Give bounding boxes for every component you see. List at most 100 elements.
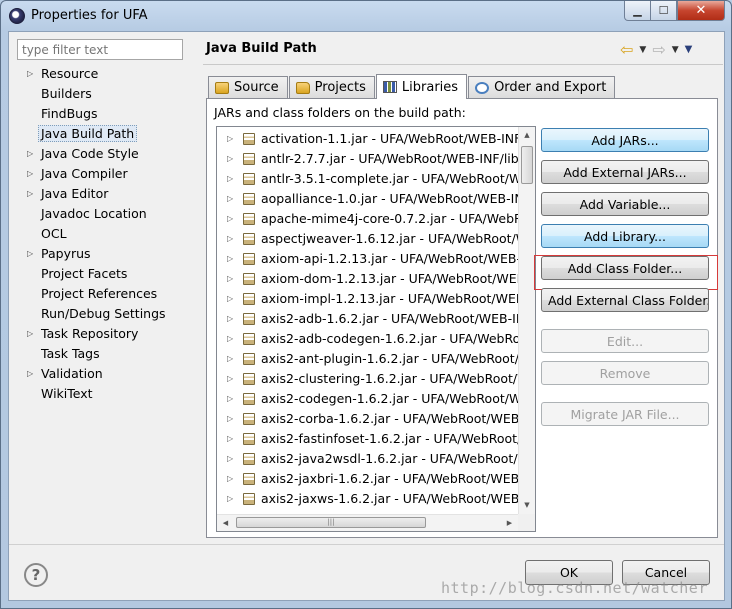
expand-arrow-icon[interactable]: ▷ <box>27 184 33 204</box>
scroll-up-icon[interactable]: ▲ <box>519 127 535 144</box>
back-arrow-icon[interactable]: ⇦ <box>620 40 633 59</box>
list-item[interactable]: ▷ antlr-2.7.7.jar - UFA/WebRoot/WEB-INF/l… <box>217 149 520 169</box>
sidebar-item-task-repository[interactable]: ▷ Task Repository <box>17 324 187 344</box>
list-item[interactable]: ▷ axis2-fastinfoset-1.6.2.jar - UFA/WebRo… <box>217 429 520 449</box>
expand-arrow-icon[interactable]: ▷ <box>227 369 233 389</box>
list-item[interactable]: ▷ apache-mime4j-core-0.7.2.jar - UFA/WebR… <box>217 209 520 229</box>
forward-arrow-icon[interactable]: ⇨ <box>652 40 665 59</box>
expand-arrow-icon[interactable]: ▷ <box>227 429 233 449</box>
expand-arrow-icon[interactable]: ▷ <box>27 64 33 84</box>
list-item[interactable]: ▷ axis2-codegen-1.6.2.jar - UFA/WebRoot/W… <box>217 389 520 409</box>
horizontal-scrollbar[interactable]: ◀ ||| ▶ <box>217 514 518 531</box>
sidebar-item-builders[interactable]: Builders <box>17 84 187 104</box>
expand-arrow-icon[interactable]: ▷ <box>227 349 233 369</box>
expand-arrow-icon[interactable]: ▷ <box>27 244 33 264</box>
migrate-jar-button[interactable]: Migrate JAR File... <box>541 402 709 426</box>
help-icon[interactable]: ? <box>24 563 48 587</box>
expand-arrow-icon[interactable]: ▷ <box>227 149 233 169</box>
sidebar-item-project-references[interactable]: Project References <box>17 284 187 304</box>
sidebar-item-javadoc-location[interactable]: Javadoc Location <box>17 204 187 224</box>
view-menu-icon[interactable]: ▼ <box>685 44 693 55</box>
remove-button[interactable]: Remove <box>541 361 709 385</box>
list-item[interactable]: ▷ axis2-corba-1.6.2.jar - UFA/WebRoot/WEB… <box>217 409 520 429</box>
scroll-corner <box>518 514 535 531</box>
expand-arrow-icon[interactable]: ▷ <box>27 144 33 164</box>
list-item[interactable]: ▷ axis2-java2wsdl-1.6.2.jar - UFA/WebRoot… <box>217 449 520 469</box>
sidebar-item-task-tags[interactable]: Task Tags <box>17 344 187 364</box>
list-item[interactable]: ▷ axiom-dom-1.2.13.jar - UFA/WebRoot/WEB-… <box>217 269 520 289</box>
tab-projects[interactable]: Projects <box>288 76 375 98</box>
list-item[interactable]: ▷ axis2-clustering-1.6.2.jar - UFA/WebRoo… <box>217 369 520 389</box>
filter-input[interactable] <box>17 39 183 60</box>
sidebar-item-wikitext[interactable]: WikiText <box>17 384 187 404</box>
expand-arrow-icon[interactable]: ▷ <box>227 229 233 249</box>
tab-label: Order and Export <box>494 80 607 95</box>
sidebar-item-java-compiler[interactable]: ▷ Java Compiler <box>17 164 187 184</box>
expand-arrow-icon[interactable]: ▷ <box>227 469 233 489</box>
jar-label: axis2-ant-plugin-1.6.2.jar - UFA/WebRoot… <box>261 351 520 366</box>
add-external-jars-button[interactable]: Add External JARs... <box>541 160 709 184</box>
sidebar-item-java-code-style[interactable]: ▷ Java Code Style <box>17 144 187 164</box>
expand-arrow-icon[interactable]: ▷ <box>27 364 33 384</box>
expand-arrow-icon[interactable]: ▷ <box>227 409 233 429</box>
scroll-right-icon[interactable]: ▶ <box>501 515 518 531</box>
list-item[interactable]: ▷ axis2-ant-plugin-1.6.2.jar - UFA/WebRoo… <box>217 349 520 369</box>
forward-dropdown-icon[interactable]: ▼ <box>672 45 679 55</box>
expand-arrow-icon[interactable]: ▷ <box>227 129 233 149</box>
expand-arrow-icon[interactable]: ▷ <box>227 449 233 469</box>
scroll-down-icon[interactable]: ▼ <box>519 497 535 514</box>
expand-arrow-icon[interactable]: ▷ <box>227 309 233 329</box>
expand-arrow-icon[interactable]: ▷ <box>227 209 233 229</box>
vertical-scrollbar[interactable]: ▲ ▼ <box>518 127 535 514</box>
vertical-scroll-thumb[interactable] <box>521 146 533 184</box>
expand-arrow-icon[interactable]: ▷ <box>27 164 33 184</box>
add-variable-button[interactable]: Add Variable... <box>541 192 709 216</box>
edit-button[interactable]: Edit... <box>541 329 709 353</box>
add-external-class-folder-button[interactable]: Add External Class Folder... <box>541 288 709 312</box>
sidebar-item-validation[interactable]: ▷ Validation <box>17 364 187 384</box>
tab-libraries[interactable]: Libraries <box>375 74 468 99</box>
list-item[interactable]: ▷ aopalliance-1.0.jar - UFA/WebRoot/WEB-I… <box>217 189 520 209</box>
list-item[interactable]: ▷ axis2-adb-codegen-1.6.2.jar - UFA/WebRo… <box>217 329 520 349</box>
list-item[interactable]: ▷ axiom-impl-1.2.13.jar - UFA/WebRoot/WEB… <box>217 289 520 309</box>
add-jars-button[interactable]: Add JARs... <box>541 128 709 152</box>
jar-list[interactable]: ▷ activation-1.1.jar - UFA/WebRoot/WEB-IN… <box>216 126 536 532</box>
expand-arrow-icon[interactable]: ▷ <box>27 324 33 344</box>
maximize-button[interactable]: ☐ <box>650 1 677 21</box>
add-class-folder-button[interactable]: Add Class Folder... <box>541 256 709 280</box>
list-item[interactable]: ▷ antlr-3.5.1-complete.jar - UFA/WebRoot/… <box>217 169 520 189</box>
expand-arrow-icon[interactable]: ▷ <box>227 329 233 349</box>
list-item[interactable]: ▷ axis2-jaxws-1.6.2.jar - UFA/WebRoot/WEB… <box>217 489 520 509</box>
sidebar-item-project-facets[interactable]: Project Facets <box>17 264 187 284</box>
expand-arrow-icon[interactable]: ▷ <box>227 249 233 269</box>
minimize-button[interactable]: ▁ <box>624 1 651 21</box>
expand-arrow-icon[interactable]: ▷ <box>227 269 233 289</box>
expand-arrow-icon[interactable]: ▷ <box>227 489 233 509</box>
jar-label: axis2-clustering-1.6.2.jar - UFA/WebRoot… <box>261 371 520 386</box>
expand-arrow-icon[interactable]: ▷ <box>227 189 233 209</box>
list-item[interactable]: ▷ axis2-adb-1.6.2.jar - UFA/WebRoot/WEB-I… <box>217 309 520 329</box>
jar-label: axiom-api-1.2.13.jar - UFA/WebRoot/WEB-I… <box>261 251 520 266</box>
expand-arrow-icon[interactable]: ▷ <box>227 289 233 309</box>
sidebar-item-run-debug-settings[interactable]: Run/Debug Settings <box>17 304 187 324</box>
list-item[interactable]: ▷ aspectjweaver-1.6.12.jar - UFA/WebRoot/… <box>217 229 520 249</box>
scroll-left-icon[interactable]: ◀ <box>217 515 234 531</box>
sidebar-item-findbugs[interactable]: FindBugs <box>17 104 187 124</box>
horizontal-scroll-thumb[interactable]: ||| <box>236 517 426 528</box>
back-dropdown-icon[interactable]: ▼ <box>639 45 646 55</box>
list-item[interactable]: ▷ axis2-jaxbri-1.6.2.jar - UFA/WebRoot/WE… <box>217 469 520 489</box>
expand-arrow-icon[interactable]: ▷ <box>227 169 233 189</box>
list-item[interactable]: ▷ activation-1.1.jar - UFA/WebRoot/WEB-IN… <box>217 129 520 149</box>
pane-sash[interactable] <box>195 32 200 557</box>
expand-arrow-icon[interactable]: ▷ <box>227 389 233 409</box>
tab-order-and-export[interactable]: Order and Export <box>468 76 616 98</box>
close-button[interactable]: ✕ <box>677 1 725 21</box>
sidebar-item-resource[interactable]: ▷ Resource <box>17 64 187 84</box>
sidebar-item-java-editor[interactable]: ▷ Java Editor <box>17 184 187 204</box>
tab-source[interactable]: Source <box>208 76 288 98</box>
sidebar-item-papyrus[interactable]: ▷ Papyrus <box>17 244 187 264</box>
list-item[interactable]: ▷ axiom-api-1.2.13.jar - UFA/WebRoot/WEB-… <box>217 249 520 269</box>
sidebar-item-java-build-path[interactable]: Java Build Path <box>17 124 187 144</box>
add-library-button[interactable]: Add Library... <box>541 224 709 248</box>
sidebar-item-ocl[interactable]: OCL <box>17 224 187 244</box>
